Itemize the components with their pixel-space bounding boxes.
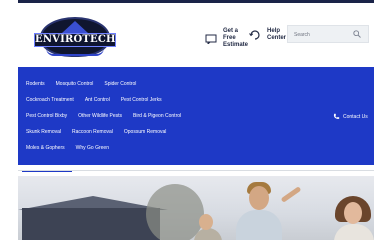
- nav-row: Cockroach Treatment Ant Control Pest Con…: [26, 97, 173, 103]
- nav-item-pest-control-jenks[interactable]: Pest Control Jerks: [121, 97, 162, 103]
- help-center-link[interactable]: Help Center: [249, 28, 287, 42]
- help-center-label: Help Center: [267, 28, 287, 41]
- hero-woman-head: [344, 202, 362, 224]
- hero-man-arm: [280, 186, 302, 203]
- phone-icon: [333, 113, 340, 119]
- hero-man-body: [236, 210, 282, 240]
- nav-item-mosquito-control[interactable]: Mosquito Control: [56, 81, 94, 87]
- nav-item-moles-gophers[interactable]: Moles & Gophers: [26, 145, 65, 151]
- hero-family-image: [18, 176, 374, 240]
- nav-item-raccoon-removal[interactable]: Raccoon Removal: [72, 129, 113, 135]
- hero-tree: [146, 184, 204, 240]
- envirotech-logo[interactable]: ENVIROTECH: [32, 17, 117, 61]
- nav-item-skunk-removal[interactable]: Skunk Removal: [26, 129, 61, 135]
- nav-item-ant-control[interactable]: Ant Control: [85, 97, 110, 103]
- nav-row: Pest Control Bixby Other Wildlife Pests …: [26, 113, 192, 119]
- search-box[interactable]: [287, 25, 369, 43]
- divider-accent: [22, 171, 72, 172]
- main-navigation: Rodents Mosquito Control Spider Control …: [18, 67, 374, 165]
- hero-house: [22, 208, 160, 240]
- logo-roof-icon: [62, 21, 88, 33]
- logo-ring: [46, 48, 104, 56]
- nav-row: Moles & Gophers Why Go Green: [26, 145, 120, 151]
- free-estimate-link[interactable]: Get a Free Estimate: [205, 28, 249, 49]
- hero-child-head: [199, 214, 213, 230]
- nav-row: Skunk Removal Raccoon Removal Opossum Re…: [26, 129, 177, 135]
- nav-item-spider-control[interactable]: Spider Control: [104, 81, 136, 87]
- nav-item-bird-pigeon-control[interactable]: Bird & Pigeon Control: [133, 113, 181, 119]
- nav-item-cockroach-treatment[interactable]: Cockroach Treatment: [26, 97, 74, 103]
- refresh-headset-icon: [249, 30, 260, 40]
- top-rule: [18, 0, 374, 3]
- hero-man-head: [249, 186, 269, 210]
- nav-item-rodents[interactable]: Rodents: [26, 81, 45, 87]
- nav-row: Rodents Mosquito Control Spider Control: [26, 81, 147, 87]
- contact-us-link[interactable]: Contact Us: [333, 113, 368, 120]
- free-estimate-label: Get a Free Estimate: [223, 28, 249, 48]
- nav-item-why-go-green[interactable]: Why Go Green: [76, 145, 109, 151]
- hero-woman-body: [334, 224, 374, 240]
- search-input[interactable]: [294, 29, 352, 40]
- nav-item-other-wildlife-pests[interactable]: Other Wildlife Pests: [78, 113, 122, 119]
- chat-icon: [205, 34, 217, 44]
- search-icon[interactable]: [353, 30, 361, 38]
- contact-us-label: Contact Us: [343, 113, 368, 120]
- nav-item-opossum-removal[interactable]: Opossum Removal: [124, 129, 167, 135]
- nav-item-pest-control-bixby[interactable]: Pest Control Bixby: [26, 113, 67, 119]
- logo-wordmark: ENVIROTECH: [34, 33, 116, 47]
